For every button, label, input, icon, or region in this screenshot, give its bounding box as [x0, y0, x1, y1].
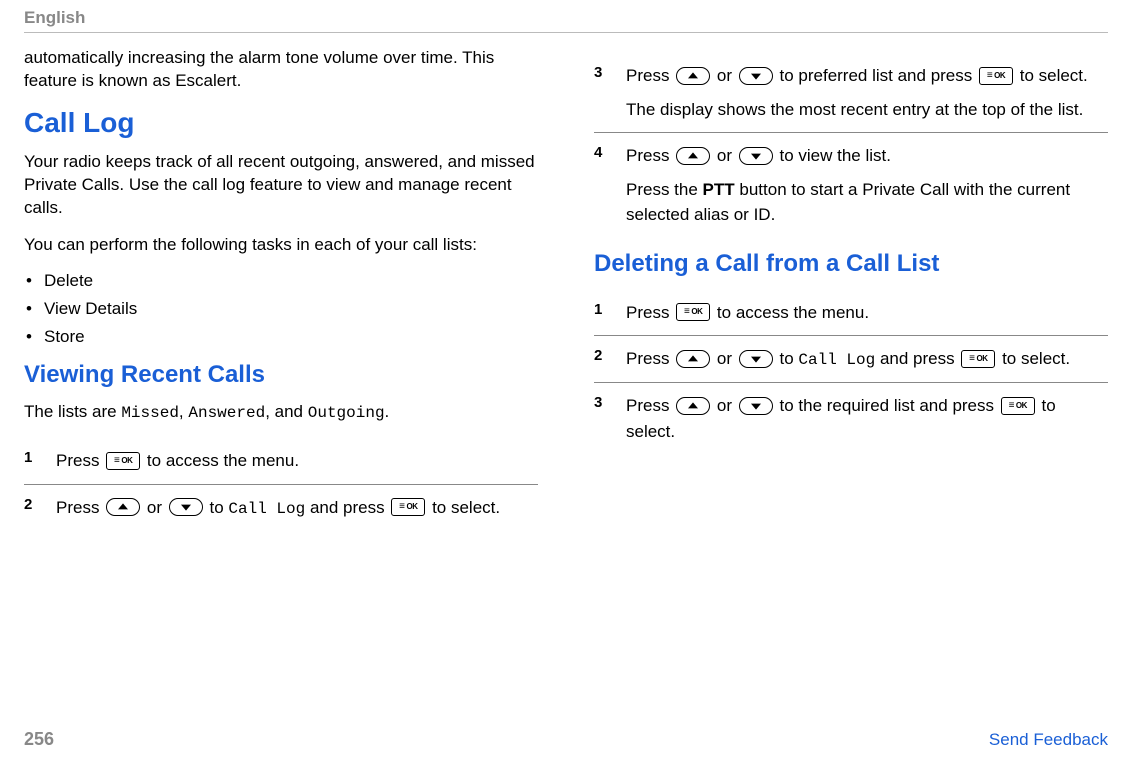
up-arrow-icon — [676, 147, 710, 165]
text: The lists are — [24, 402, 121, 421]
step-1: 1 Press OK to access the menu. — [24, 438, 538, 485]
left-column: automatically increasing the alarm tone … — [24, 47, 538, 717]
delete-step-1: 1 Press OK to access the menu. — [594, 290, 1108, 337]
ok-button-icon: OK — [106, 452, 140, 470]
text: or — [717, 66, 737, 85]
page-container: English automatically increasing the ala… — [0, 0, 1132, 762]
text: Press — [56, 498, 104, 517]
text: to access the menu. — [717, 303, 869, 322]
text: to select. — [1002, 349, 1070, 368]
ok-button-icon: OK — [676, 303, 710, 321]
step-body: Press or to the required list and press … — [626, 393, 1108, 444]
task-view-details: View Details — [24, 299, 538, 319]
deleting-call-heading: Deleting a Call from a Call List — [594, 250, 1108, 278]
ptt-label: PTT — [703, 180, 735, 199]
step-4: 4 Press or to view the list. Press the P… — [594, 133, 1108, 238]
ok-button-icon: OK — [961, 350, 995, 368]
viewing-lists-paragraph: The lists are Missed, Answered, and Outg… — [24, 401, 538, 425]
viewing-steps-continued: 3 Press or to preferred list and press O… — [594, 53, 1108, 238]
call-log-menu-label: Call Log — [798, 351, 875, 369]
text: Press — [626, 396, 674, 415]
outgoing-label: Outgoing — [308, 404, 385, 422]
text: to access the menu. — [147, 451, 299, 470]
text: to select. — [1020, 66, 1088, 85]
right-column: 3 Press or to preferred list and press O… — [594, 47, 1108, 717]
ok-button-icon: OK — [979, 67, 1013, 85]
escalert-paragraph: automatically increasing the alarm tone … — [24, 47, 538, 93]
text: or — [717, 349, 737, 368]
text: to — [780, 349, 799, 368]
down-arrow-icon — [739, 350, 773, 368]
down-arrow-icon — [739, 67, 773, 85]
step-body: Press OK to access the menu. — [56, 448, 538, 474]
step-body: Press or to preferred list and press OK … — [626, 63, 1108, 122]
text: , and — [265, 402, 308, 421]
text: Press — [626, 66, 674, 85]
step-body: Press or to Call Log and press OK to sel… — [56, 495, 538, 521]
text: to the required list and press — [780, 396, 999, 415]
text: to view the list. — [780, 146, 892, 165]
task-delete: Delete — [24, 271, 538, 291]
step-number: 3 — [594, 63, 612, 122]
call-log-menu-label: Call Log — [228, 500, 305, 518]
up-arrow-icon — [106, 498, 140, 516]
up-arrow-icon — [676, 350, 710, 368]
deleting-steps: 1 Press OK to access the menu. 2 Press — [594, 290, 1108, 455]
step-number: 3 — [594, 393, 612, 444]
two-column-layout: automatically increasing the alarm tone … — [24, 47, 1108, 717]
down-arrow-icon — [169, 498, 203, 516]
text: or — [147, 498, 167, 517]
text: to select. — [432, 498, 500, 517]
language-header: English — [24, 8, 1108, 33]
text: , — [179, 402, 188, 421]
task-list: Delete View Details Store — [24, 271, 538, 347]
step-number: 1 — [594, 300, 612, 326]
call-log-heading: Call Log — [24, 107, 538, 139]
text: and press — [305, 498, 389, 517]
page-number: 256 — [24, 729, 54, 750]
text: and press — [875, 349, 959, 368]
text: or — [717, 146, 737, 165]
delete-step-3: 3 Press or to the required list and pres… — [594, 383, 1108, 454]
text: Press — [626, 146, 674, 165]
answered-label: Answered — [188, 404, 265, 422]
step-2: 2 Press or to Call Log and press OK to s… — [24, 485, 538, 531]
step-number: 2 — [24, 495, 42, 521]
ok-button-icon: OK — [391, 498, 425, 516]
step-body: Press OK to access the menu. — [626, 300, 1108, 326]
delete-step-2: 2 Press or to Call Log and press OK to s… — [594, 336, 1108, 383]
task-store: Store — [24, 327, 538, 347]
missed-label: Missed — [121, 404, 179, 422]
step-body: Press or to view the list. Press the PTT… — [626, 143, 1108, 228]
send-feedback-link[interactable]: Send Feedback — [989, 730, 1108, 750]
down-arrow-icon — [739, 397, 773, 415]
text: to — [210, 498, 229, 517]
text: to preferred list and press — [780, 66, 977, 85]
up-arrow-icon — [676, 397, 710, 415]
down-arrow-icon — [739, 147, 773, 165]
step-3: 3 Press or to preferred list and press O… — [594, 53, 1108, 133]
call-log-tasks-intro: You can perform the following tasks in e… — [24, 234, 538, 257]
step-number: 1 — [24, 448, 42, 474]
viewing-recent-calls-heading: Viewing Recent Calls — [24, 361, 538, 389]
text: or — [717, 396, 737, 415]
page-footer: 256 Send Feedback — [24, 717, 1108, 750]
step-result: The display shows the most recent entry … — [626, 97, 1108, 123]
step-number: 4 — [594, 143, 612, 228]
call-log-description: Your radio keeps track of all recent out… — [24, 151, 538, 220]
text: Press — [626, 349, 674, 368]
text: Press — [626, 303, 674, 322]
up-arrow-icon — [676, 67, 710, 85]
viewing-steps: 1 Press OK to access the menu. 2 Press — [24, 438, 538, 531]
step-number: 2 — [594, 346, 612, 372]
ok-button-icon: OK — [1001, 397, 1035, 415]
text: Press the — [626, 180, 703, 199]
text: . — [385, 402, 390, 421]
step-body: Press or to Call Log and press OK to sel… — [626, 346, 1108, 372]
text: Press — [56, 451, 104, 470]
